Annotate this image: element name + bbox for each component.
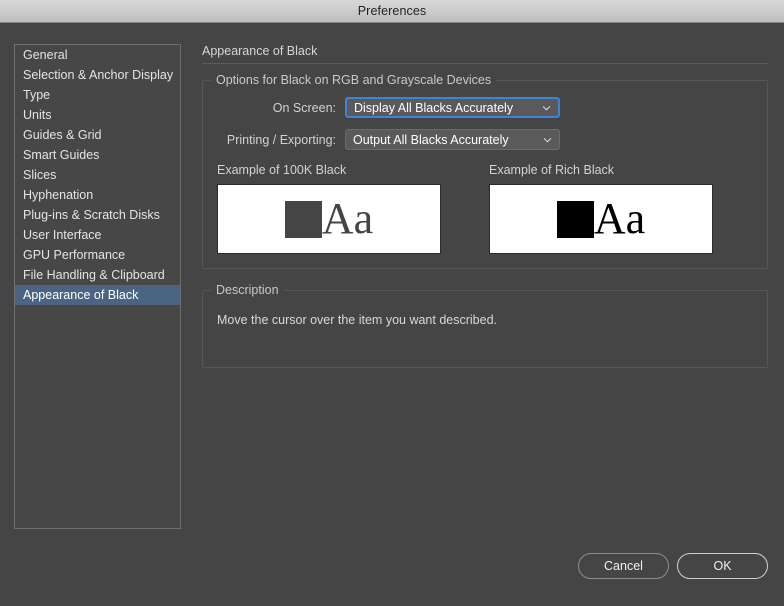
example-100k-black-swatch: Aa bbox=[217, 184, 441, 254]
title-separator bbox=[202, 63, 768, 64]
sidebar-item-guides-grid[interactable]: Guides & Grid bbox=[15, 125, 180, 145]
printing-exporting-row: Printing / Exporting: Output All Blacks … bbox=[217, 129, 753, 150]
ok-button[interactable]: OK bbox=[677, 553, 768, 579]
on-screen-row: On Screen: Display All Blacks Accurately bbox=[217, 97, 753, 118]
chevron-down-icon bbox=[542, 103, 551, 112]
example-100k-black-caption: Example of 100K Black bbox=[217, 163, 347, 177]
sidebar-item-plugins-scratch-disks[interactable]: Plug-ins & Scratch Disks bbox=[15, 205, 180, 225]
dialog-footer: Cancel OK bbox=[578, 553, 768, 579]
on-screen-label: On Screen: bbox=[272, 100, 336, 115]
example-rich-black: Example of Rich Black Aa bbox=[489, 163, 713, 254]
black-square-rich bbox=[556, 200, 594, 238]
page-title: Appearance of Black bbox=[202, 44, 318, 58]
sidebar-item-slices[interactable]: Slices bbox=[15, 165, 180, 185]
on-screen-select-value: Display All Blacks Accurately bbox=[354, 100, 514, 115]
options-group-box: Options for Black on RGB and Grayscale D… bbox=[202, 73, 768, 269]
options-group-label: Options for Black on RGB and Grayscale D… bbox=[211, 73, 497, 87]
sidebar-item-hyphenation[interactable]: Hyphenation bbox=[15, 185, 180, 205]
title-bar: Preferences bbox=[0, 0, 784, 23]
sample-text-100k: Aa bbox=[321, 194, 374, 243]
sidebar-item-appearance-of-black[interactable]: Appearance of Black bbox=[15, 285, 180, 305]
sidebar-item-user-interface[interactable]: User Interface bbox=[15, 225, 180, 245]
printing-exporting-select[interactable]: Output All Blacks Accurately bbox=[345, 129, 560, 150]
main-panel: Appearance of Black Options for Black on… bbox=[202, 44, 768, 368]
sidebar-item-smart-guides[interactable]: Smart Guides bbox=[15, 145, 180, 165]
preferences-category-list[interactable]: General Selection & Anchor Display Type … bbox=[14, 44, 181, 529]
description-group-box: Description Move the cursor over the ite… bbox=[202, 283, 768, 368]
sidebar-item-selection-anchor-display[interactable]: Selection & Anchor Display bbox=[15, 65, 180, 85]
example-swatches: Example of 100K Black Aa Example of Rich… bbox=[217, 163, 753, 254]
sidebar-item-file-handling-clipboard[interactable]: File Handling & Clipboard bbox=[15, 265, 180, 285]
sample-text-rich: Aa bbox=[593, 194, 646, 243]
sidebar-item-units[interactable]: Units bbox=[15, 105, 180, 125]
printing-exporting-label: Printing / Exporting: bbox=[226, 132, 336, 147]
sidebar-item-gpu-performance[interactable]: GPU Performance bbox=[15, 245, 180, 265]
window-title: Preferences bbox=[357, 4, 427, 18]
example-rich-black-swatch: Aa bbox=[489, 184, 713, 254]
description-text: Move the cursor over the item you want d… bbox=[217, 313, 497, 327]
description-group-label: Description bbox=[211, 283, 284, 297]
preferences-window: Preferences General Selection & Anchor D… bbox=[0, 0, 784, 606]
black-square-100k bbox=[284, 200, 322, 238]
sidebar-item-general[interactable]: General bbox=[15, 45, 180, 65]
cancel-button[interactable]: Cancel bbox=[578, 553, 669, 579]
sidebar-item-type[interactable]: Type bbox=[15, 85, 180, 105]
on-screen-select[interactable]: Display All Blacks Accurately bbox=[345, 97, 560, 118]
example-100k-black: Example of 100K Black Aa bbox=[217, 163, 441, 254]
chevron-down-icon bbox=[543, 135, 552, 144]
printing-exporting-select-value: Output All Blacks Accurately bbox=[353, 132, 509, 147]
example-rich-black-caption: Example of Rich Black bbox=[489, 163, 615, 177]
